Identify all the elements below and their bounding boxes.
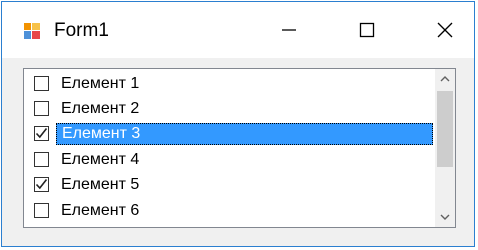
scroll-thumb[interactable] [437,91,453,167]
item-label: Елемент 5 [61,176,140,193]
title-bar[interactable]: Form1 [2,2,474,58]
checked-listbox[interactable]: Елемент 1 Елемент 2 Елемент 3 Елемент 4 [23,68,456,228]
list-item-selected[interactable]: Елемент 3 [27,123,435,147]
list-item[interactable]: Елемент 6 [27,200,435,224]
item-checkbox-checked[interactable] [34,126,49,141]
list-item[interactable]: Елемент 4 [27,149,435,173]
client-area: Елемент 1 Елемент 2 Елемент 3 Елемент 4 [2,58,474,246]
item-label: Елемент 3 [56,123,433,145]
list-item[interactable]: Елемент 5 [27,174,435,198]
scroll-down-button[interactable] [435,207,455,227]
minimize-button[interactable] [260,2,318,58]
vertical-scrollbar[interactable] [435,69,455,227]
minimize-icon [282,29,296,31]
chevron-down-icon [440,214,450,220]
list-item[interactable]: Елемент 2 [27,98,435,122]
window-title: Form1 [54,20,109,41]
item-label: Елемент 2 [61,100,140,117]
scroll-up-button[interactable] [435,69,455,89]
item-checkbox[interactable] [34,152,49,167]
item-label: Елемент 4 [61,151,140,168]
app-icon [23,22,41,40]
item-label: Елемент 6 [61,202,140,219]
item-checkbox-checked[interactable] [34,177,49,192]
checkmark-icon [35,179,48,190]
checkmark-icon [35,128,48,139]
item-checkbox[interactable] [34,101,49,116]
form1-window: Form1 Елемент 1 Елемент 2 Елемент 3 Елем… [1,1,475,247]
chevron-up-icon [440,76,450,82]
close-button[interactable] [416,2,474,58]
maximize-icon [359,22,375,38]
item-checkbox[interactable] [34,203,49,218]
maximize-button[interactable] [338,2,396,58]
item-label: Елемент 1 [61,75,140,92]
list-item[interactable]: Елемент 1 [27,73,435,97]
item-checkbox[interactable] [34,76,49,91]
close-icon [437,22,453,38]
